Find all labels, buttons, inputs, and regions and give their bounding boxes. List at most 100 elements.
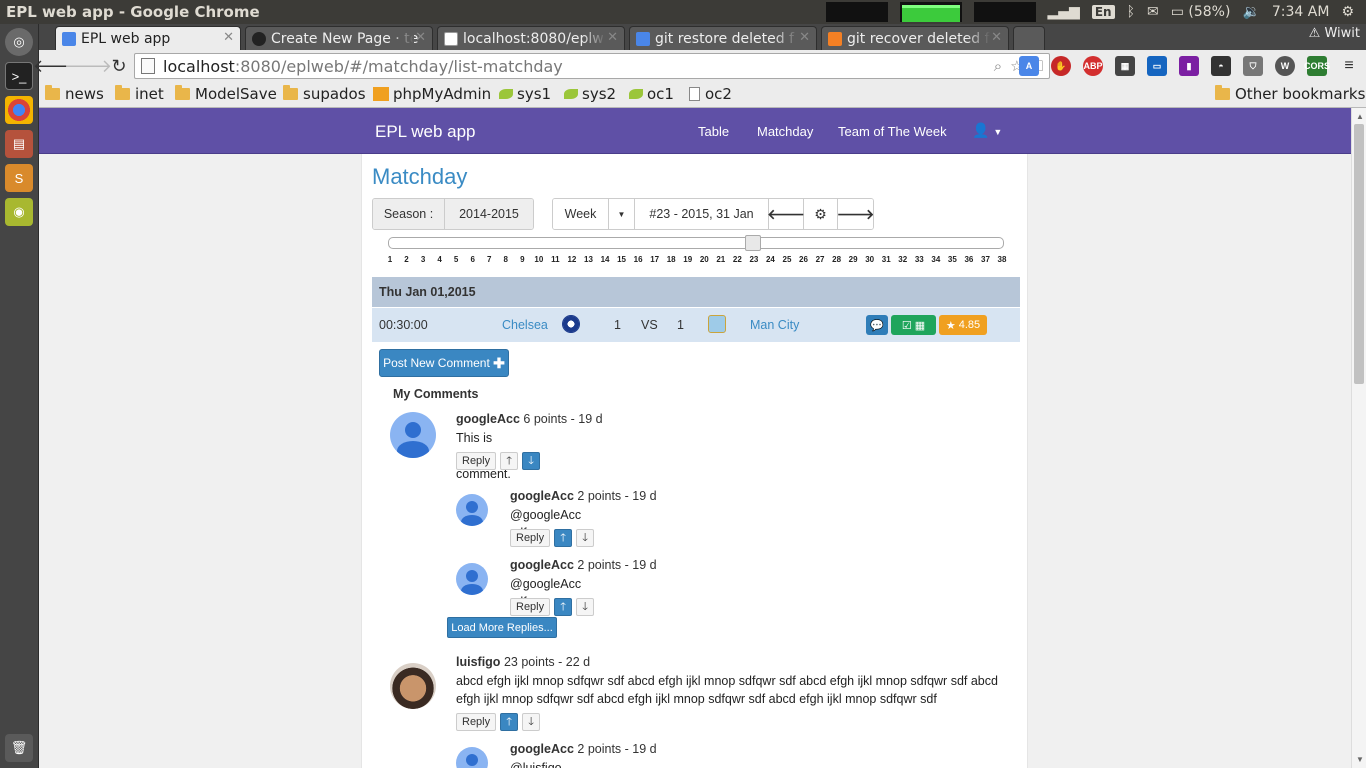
file-manager-icon[interactable]: ▤	[5, 130, 33, 158]
comment-author[interactable]: luisfigo	[456, 655, 500, 669]
bookmark-supados[interactable]: supados	[283, 85, 366, 103]
upvote-button[interactable]: 🡑	[554, 529, 573, 547]
reply-button[interactable]: Reply	[510, 529, 551, 547]
address-bar[interactable]: localhost:8080/eplweb/#/matchday/list-ma…	[134, 53, 1050, 79]
away-team-link[interactable]: Man City	[750, 318, 799, 332]
other-bookmarks[interactable]: Other bookmarks	[1215, 85, 1365, 103]
downvote-button[interactable]: 🡓	[522, 452, 541, 470]
tab-git-restore[interactable]: git restore deleted f ✕	[629, 26, 817, 50]
wordpress-extension-icon[interactable]: W	[1275, 56, 1295, 76]
menu-icon[interactable]: ≡	[1339, 56, 1359, 76]
translate-extension-icon[interactable]: A	[1019, 56, 1039, 76]
close-tab-icon[interactable]: ✕	[799, 30, 810, 45]
launcher: ◎ >_ ▤ S ◉ 🗑	[0, 24, 39, 768]
reload-button[interactable]: ↻	[105, 52, 133, 80]
week-slider[interactable]	[388, 235, 1004, 251]
next-week-button[interactable]: 🡒	[837, 199, 873, 229]
search-icon[interactable]: ⌕	[994, 57, 1002, 75]
chrome-icon[interactable]	[5, 96, 33, 124]
scroll-up-icon[interactable]: ▲	[1356, 112, 1364, 121]
nav-team-of-the-week[interactable]: Team of The Week	[838, 124, 947, 139]
downvote-button[interactable]: 🡓	[576, 598, 595, 616]
rating-button[interactable]: ★ 4.85	[939, 315, 987, 335]
color-extension-icon[interactable]: ▮	[1179, 56, 1199, 76]
week-tick-label: 3	[420, 255, 426, 264]
clock[interactable]: 7:34 AM	[1272, 4, 1330, 20]
load-more-replies-button[interactable]: Load More Replies...	[447, 617, 557, 638]
match-row[interactable]: 00:30:00 Chelsea 1 VS 1 Man City 💬 ☑ ▦ ★…	[372, 308, 1020, 342]
forward-button[interactable]: 🡒	[64, 52, 112, 80]
keyboard-layout-indicator[interactable]: En	[1091, 5, 1115, 19]
bookmark-modelsave[interactable]: ModelSave	[175, 85, 277, 103]
close-tab-icon[interactable]: ✕	[607, 30, 618, 45]
bookmark-inet[interactable]: inet	[115, 85, 164, 103]
comment-author[interactable]: googleAcc	[456, 412, 520, 426]
mail-icon[interactable]: ✉	[1147, 4, 1159, 20]
home-team-link[interactable]: Chelsea	[502, 318, 548, 332]
bookmark-sys2[interactable]: sys2	[564, 85, 616, 103]
nav-matchday[interactable]: Matchday	[757, 124, 813, 139]
close-tab-icon[interactable]: ✕	[991, 30, 1002, 45]
bookmark-oc2[interactable]: oc2	[689, 85, 732, 103]
tab-git-recover[interactable]: git recover deleted f ✕	[821, 26, 1009, 50]
downvote-button[interactable]: 🡓	[522, 713, 541, 731]
nav-table[interactable]: Table	[698, 124, 729, 139]
period-dropdown[interactable]: ▼	[609, 199, 635, 229]
tab-epl-web-app[interactable]: EPL web app ✕	[55, 26, 241, 50]
tab-create-new-page[interactable]: Create New Page · te ✕	[245, 26, 433, 50]
user-menu[interactable]: 👤 ▼	[972, 122, 1002, 139]
bookmark-sys1[interactable]: sys1	[499, 85, 551, 103]
new-tab-button[interactable]	[1013, 26, 1045, 50]
trash-icon[interactable]: 🗑	[5, 734, 33, 762]
extension-icon[interactable]: ▦	[1115, 56, 1135, 76]
profile-name[interactable]: ⚠ Wiwit	[1309, 26, 1360, 41]
app-brand[interactable]: EPL web app	[375, 122, 476, 142]
window-title: EPL web app - Google Chrome	[6, 3, 260, 21]
adblock-extension-icon[interactable]: ABP	[1083, 56, 1103, 76]
bookmark-news[interactable]: news	[45, 85, 104, 103]
comment-author[interactable]: googleAcc	[510, 489, 574, 503]
scroll-down-icon[interactable]: ▼	[1356, 755, 1364, 764]
upvote-button[interactable]: 🡑	[500, 452, 519, 470]
post-new-comment-button[interactable]: Post New Comment ✚	[379, 349, 509, 377]
shield-extension-icon[interactable]: ⛉	[1243, 56, 1263, 76]
comments-button[interactable]: 💬	[866, 315, 888, 335]
power-gear-icon[interactable]: ⚙	[1341, 4, 1354, 20]
settings-button[interactable]: ⚙	[804, 199, 838, 229]
sublime-text-icon[interactable]: S	[5, 164, 33, 192]
arrow-down-icon: 🡓	[582, 600, 588, 613]
close-tab-icon[interactable]: ✕	[223, 30, 234, 45]
battery-indicator[interactable]: ▭ (58%)	[1171, 4, 1231, 20]
week-display[interactable]: #23 - 2015, 31 Jan	[635, 199, 769, 229]
period-label[interactable]: Week	[553, 199, 609, 229]
prediction-button[interactable]: ☑ ▦	[891, 315, 936, 335]
tab-localhost[interactable]: localhost:8080/eplw ✕	[437, 26, 625, 50]
reply-button[interactable]: Reply	[456, 713, 497, 731]
dash-home-icon[interactable]: ◎	[5, 28, 33, 56]
cors-extension-icon[interactable]: CORS	[1304, 56, 1330, 76]
upvote-button[interactable]: 🡑	[554, 598, 573, 616]
bookmark-oc1[interactable]: oc1	[629, 85, 674, 103]
screen-extension-icon[interactable]: ▭	[1147, 56, 1167, 76]
signal-icon[interactable]: ▂▄▆	[1048, 4, 1080, 20]
comment-author[interactable]: googleAcc	[510, 558, 574, 572]
bookmark-phpmyadmin[interactable]: phpMyAdmin	[373, 85, 491, 103]
reply-button[interactable]: Reply	[510, 598, 551, 616]
bluetooth-icon[interactable]: ᛒ	[1127, 4, 1135, 20]
page-scrollbar[interactable]: ▲ ▼	[1351, 108, 1366, 768]
reply-button[interactable]: Reply	[456, 452, 497, 470]
comment-author[interactable]: googleAcc	[510, 742, 574, 756]
season-dropdown[interactable]: 2014-2015	[445, 199, 533, 229]
scrollbar-thumb[interactable]	[1354, 124, 1364, 384]
downvote-button[interactable]: 🡓	[576, 529, 595, 547]
incognito-extension-icon[interactable]: ◓	[1211, 56, 1231, 76]
stop-extension-icon[interactable]: ✋	[1051, 56, 1071, 76]
prev-week-button[interactable]: 🡐	[767, 199, 805, 229]
terminal-icon[interactable]: >_	[5, 62, 33, 90]
volume-icon[interactable]: 🔉	[1242, 4, 1259, 20]
week-slider-handle[interactable]	[744, 235, 761, 251]
disk-app-icon[interactable]: ◉	[5, 198, 33, 226]
upvote-button[interactable]: 🡑	[500, 713, 519, 731]
close-tab-icon[interactable]: ✕	[415, 30, 426, 45]
week-tick-label: 5	[453, 255, 459, 264]
